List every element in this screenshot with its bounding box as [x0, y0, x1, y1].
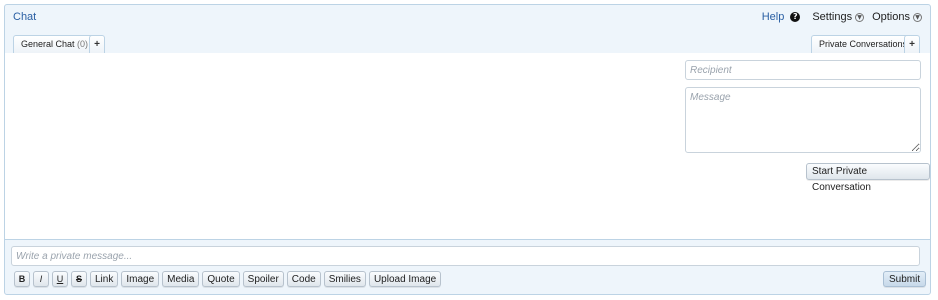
- media-button[interactable]: Media: [162, 271, 200, 287]
- tab-general-chat[interactable]: General Chat (0): [13, 35, 97, 53]
- bold-button[interactable]: B: [14, 271, 30, 287]
- submit-button[interactable]: Submit: [883, 271, 927, 287]
- spoiler-button[interactable]: Spoiler: [242, 271, 284, 287]
- upload-image-button[interactable]: Upload Image: [368, 271, 442, 287]
- composer: B I U S Link Image Media Quote Spoiler C…: [5, 240, 930, 294]
- underline-button[interactable]: U: [52, 271, 68, 287]
- strikethrough-button[interactable]: S: [71, 271, 87, 287]
- chat-title: Chat: [13, 11, 37, 23]
- settings-menu[interactable]: Settings ▼: [812, 11, 865, 23]
- options-label: Options: [872, 11, 910, 23]
- start-private-conversation-button[interactable]: Start Private Conversation: [806, 163, 930, 193]
- message-textarea[interactable]: [685, 87, 921, 153]
- chat-panel: Chat Help ? Settings ▼ Options ▼ General…: [4, 4, 931, 295]
- link-button[interactable]: Link: [90, 271, 119, 287]
- add-tab-button[interactable]: +: [89, 35, 105, 53]
- options-menu[interactable]: Options ▼: [872, 11, 922, 23]
- chevron-down-icon: ▼: [855, 12, 865, 22]
- italic-button[interactable]: I: [33, 271, 49, 287]
- formatting-toolbar: B I U S Link Image Media Quote Spoiler C…: [14, 271, 442, 287]
- tab-private-conversations[interactable]: Private Conversations: [811, 35, 916, 53]
- chat-header: Chat Help ? Settings ▼ Options ▼: [5, 5, 930, 29]
- code-button[interactable]: Code: [286, 271, 321, 287]
- header-menu: Help ? Settings ▼ Options ▼: [762, 11, 922, 23]
- help-link[interactable]: Help: [762, 11, 785, 23]
- chat-content-area: Start Private Conversation: [5, 53, 930, 240]
- settings-label: Settings: [812, 11, 853, 23]
- quote-button[interactable]: Quote: [202, 271, 240, 287]
- tab-general-count: (0): [77, 39, 89, 49]
- smilies-button[interactable]: Smilies: [323, 271, 366, 287]
- image-button[interactable]: Image: [121, 271, 160, 287]
- tab-general-label: General Chat: [21, 39, 75, 49]
- chevron-down-icon: ▼: [913, 12, 922, 22]
- tab-bar: General Chat (0) + Private Conversations…: [5, 31, 930, 54]
- add-private-tab-button[interactable]: +: [904, 35, 920, 53]
- private-message-input[interactable]: [11, 246, 920, 266]
- question-circle-icon[interactable]: ?: [790, 12, 801, 22]
- tab-private-label: Private Conversations: [819, 39, 908, 49]
- recipient-input[interactable]: [685, 60, 921, 80]
